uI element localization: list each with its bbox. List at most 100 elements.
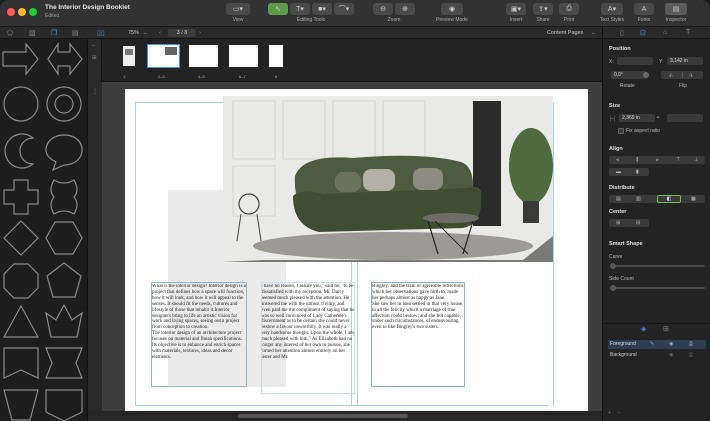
close-window-button[interactable]: [7, 8, 15, 16]
zoom-in-button[interactable]: ⊕: [395, 3, 415, 15]
align-center-icon[interactable]: ⫼: [636, 157, 638, 163]
pentagon-down-shape[interactable]: [45, 389, 83, 421]
distribute-center-icon[interactable]: ▥: [636, 196, 641, 202]
pages-mode-select[interactable]: Content Pages: [547, 30, 583, 36]
layers-tab-icon[interactable]: ◈: [641, 325, 646, 333]
y-field[interactable]: 3,142 in: [667, 57, 703, 65]
bookmark-shape[interactable]: [3, 347, 39, 379]
view-button[interactable]: ▭▾: [226, 3, 250, 15]
inspector-button[interactable]: ▤: [665, 3, 687, 15]
hexagon-shape[interactable]: [45, 221, 83, 255]
plus-shape[interactable]: [3, 179, 39, 215]
flip-vertical-icon[interactable]: ◮: [689, 72, 693, 78]
thumbnail-page-1[interactable]: [123, 46, 135, 66]
trapezoid-shape[interactable]: [3, 389, 39, 421]
eye-icon[interactable]: ◉: [669, 351, 673, 360]
curve-tool-button[interactable]: ⌒▾: [334, 3, 354, 15]
shape-tool-button[interactable]: ■▾: [312, 3, 332, 15]
distribute-vertical-icon[interactable]: ▦: [691, 196, 696, 202]
center-vertical-icon[interactable]: ⊟: [636, 220, 640, 226]
curve-slider[interactable]: [611, 265, 705, 267]
minus-icon[interactable]: −: [92, 43, 95, 49]
text-box-frame[interactable]: [261, 282, 355, 394]
horizontal-scrollbar[interactable]: [88, 411, 602, 421]
align-buttons-row-2[interactable]: ▬ ▮: [609, 168, 649, 176]
zoom-out-button[interactable]: ⊖: [373, 3, 393, 15]
document-tab-icon[interactable]: ▯: [620, 29, 624, 37]
minimize-window-button[interactable]: [18, 8, 26, 16]
zoom-window-button[interactable]: [29, 8, 37, 16]
thumbnail-page-8[interactable]: [269, 45, 283, 67]
curve-slider-knob[interactable]: [610, 263, 616, 269]
remove-layer-icon[interactable]: −: [618, 410, 621, 416]
add-layer-icon[interactable]: +: [608, 410, 611, 416]
page-layout-icon[interactable]: ▯▯: [97, 29, 105, 37]
align-right-icon[interactable]: ⫸: [656, 157, 659, 163]
pages-tab-icon[interactable]: ❐: [51, 29, 57, 37]
thumbnail-page-4-5[interactable]: [189, 45, 218, 67]
add-page-icon[interactable]: ⊞: [92, 55, 97, 61]
width-field[interactable]: 2,369 in: [619, 114, 655, 122]
layer-row-background[interactable]: Background ◉ ⎙: [608, 351, 706, 360]
octagon-shape[interactable]: [3, 263, 39, 299]
text-tab-icon[interactable]: T: [686, 29, 690, 36]
next-page-icon[interactable]: ›: [199, 30, 201, 36]
grid-tab-icon[interactable]: ⊞: [663, 325, 669, 333]
ring-outer-shape[interactable]: [46, 86, 82, 122]
triangle-shape[interactable]: [2, 304, 40, 338]
select-tool-button[interactable]: ↖: [268, 3, 288, 15]
sofa-photo[interactable]: [223, 96, 553, 262]
badge-shape[interactable]: [50, 179, 78, 215]
eye-icon[interactable]: ◉: [669, 340, 673, 349]
printer-icon[interactable]: ⎙: [689, 351, 693, 360]
text-styles-button[interactable]: A▾: [601, 3, 623, 15]
insert-button[interactable]: ▣▾: [506, 3, 526, 15]
x-field[interactable]: [617, 57, 653, 65]
rotation-dial[interactable]: [643, 72, 649, 78]
style-tab-icon[interactable]: ⌂: [663, 29, 667, 36]
speech-bubble-shape[interactable]: [45, 134, 83, 172]
double-arrow-shape[interactable]: [47, 42, 83, 76]
page-indicator[interactable]: 3 / 8: [168, 29, 196, 37]
side-count-slider-knob[interactable]: [610, 285, 616, 291]
align-buttons-row-1[interactable]: ⫷ ⫼ ⫸ ⊤ ⊥: [609, 156, 705, 164]
fonts-button[interactable]: A: [634, 3, 654, 15]
diamond-shape[interactable]: [3, 220, 39, 256]
distribute-buttons[interactable]: ▤ ▥ ◧ ▦: [609, 195, 705, 203]
share-button[interactable]: ⇪▾: [533, 3, 553, 15]
text-tool-button[interactable]: T▾: [290, 3, 310, 15]
layer-row-foreground[interactable]: Foreground ✎ ◉ ⎙: [608, 340, 706, 349]
flip-horizontal-icon[interactable]: ◭: [669, 72, 673, 78]
center-buttons[interactable]: ⊞ ⊟: [609, 219, 649, 227]
center-horizontal-icon[interactable]: ⊞: [616, 220, 620, 226]
flip-buttons[interactable]: ◭ ◮: [661, 71, 703, 79]
document-page-spread[interactable]: What is the interior design? Interior de…: [125, 89, 588, 411]
previous-page-icon[interactable]: ‹: [159, 30, 161, 36]
crescent-shape[interactable]: [4, 133, 35, 169]
distribute-horizontal-icon[interactable]: ◧: [657, 195, 681, 203]
align-left-icon[interactable]: ⫷: [616, 157, 619, 163]
shapes-tab-icon[interactable]: ⬠: [7, 29, 13, 37]
text-column-3[interactable]: Bingley; and the train of agreeable refl…: [372, 284, 464, 364]
printer-icon[interactable]: ⎙: [689, 340, 693, 349]
scrollbar-thumb[interactable]: [238, 414, 408, 418]
preview-mode-button[interactable]: ◉: [441, 3, 463, 15]
images-tab-icon[interactable]: ▨: [29, 29, 36, 37]
link-icon[interactable]: ⚭: [656, 115, 660, 121]
text-column-1[interactable]: What is the interior design? Interior de…: [152, 284, 246, 387]
aspect-ratio-checkbox[interactable]: [618, 128, 624, 134]
edit-icon[interactable]: ✎: [650, 340, 654, 349]
pentagon-shape[interactable]: [46, 262, 82, 298]
arrow-right-shape[interactable]: [2, 42, 39, 76]
crown-shape[interactable]: [45, 303, 83, 338]
thumbnail-page-2-3[interactable]: [147, 44, 180, 68]
print-button[interactable]: ⎙: [559, 3, 579, 15]
ruler-icon[interactable]: ⋮: [92, 88, 98, 95]
distribute-left-icon[interactable]: ▤: [616, 196, 621, 202]
arrange-tab-icon[interactable]: ⊡: [640, 29, 646, 37]
align-middle-icon[interactable]: ⊥: [694, 157, 698, 163]
thumbnail-page-6-7[interactable]: [229, 45, 258, 67]
library-tab-icon[interactable]: ▤: [72, 29, 79, 37]
align-top-icon[interactable]: ⊤: [676, 157, 680, 163]
banner-shape[interactable]: [45, 347, 83, 379]
